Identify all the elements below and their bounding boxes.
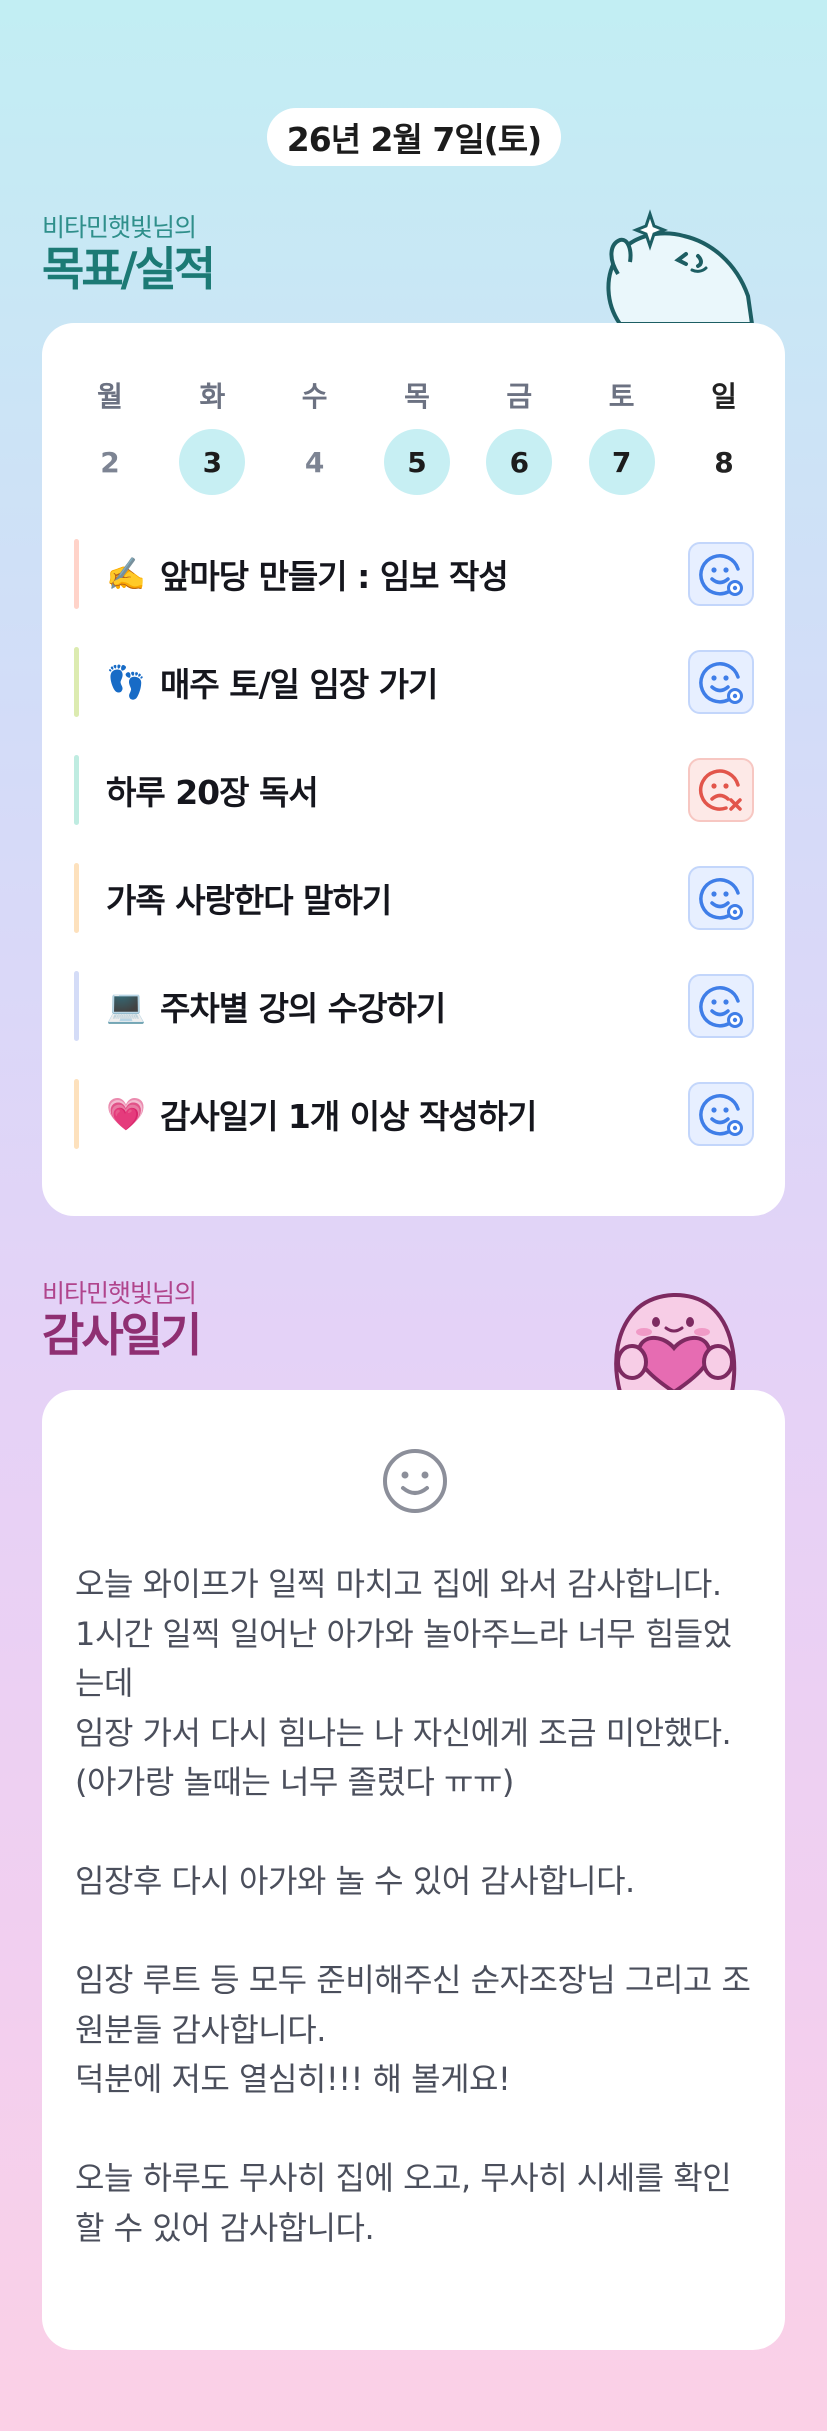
heart-mascot-illustration	[614, 1293, 737, 1392]
goal-item[interactable]: 💻 주차별 강의 수강하기	[74, 971, 754, 1041]
ghost-mascot-illustration	[606, 209, 754, 324]
goal-item[interactable]: 💗 감사일기 1개 이상 작성하기	[74, 1079, 754, 1149]
goal-text: 가족 사랑한다 말하기	[106, 881, 392, 920]
goal-text: 주차별 강의 수강하기	[160, 989, 446, 1028]
goal-item[interactable]: 가족 사랑한다 말하기	[74, 863, 754, 933]
diary-title: 감사일기	[42, 1308, 202, 1362]
smile-check-icon[interactable]	[688, 650, 754, 714]
goal-item[interactable]: 하루 20장 독서	[74, 755, 754, 825]
goal-item[interactable]: ✍️ 앞마당 만들기 : 임보 작성	[74, 539, 754, 609]
goal-color-bar	[74, 647, 79, 717]
date-pill: 26년 2월 7일(토)	[267, 108, 561, 166]
goal-color-bar	[74, 1079, 79, 1149]
diary-subtitle: 비타민햇빛님의	[42, 1279, 197, 1308]
goals-section-header: 비타민햇빛님의 목표/실적	[42, 208, 216, 296]
goals-card: 월 화 수 목 금 토 일 2345678 ✍️ 앞마당 만들기 : 임보 작성 👣 매주 토/일…	[42, 323, 785, 1216]
calendar-date[interactable]: 8	[691, 429, 757, 495]
weekday-label: 월	[97, 380, 123, 413]
diary-entry-text: 오늘 와이프가 일찍 마치고 집에 와서 감사합니다. 1시간 일찍 일어난 아…	[75, 1565, 751, 2247]
goals-subtitle: 비타민햇빛님의	[42, 213, 197, 242]
goal-emoji-icon: 💗	[106, 1095, 146, 1133]
goal-text: 매주 토/일 임장 가기	[160, 665, 438, 704]
diary-section-header: 비타민햇빛님의 감사일기	[42, 1274, 202, 1362]
goal-emoji-icon: 💻	[106, 987, 146, 1025]
smile-check-icon[interactable]	[688, 542, 754, 606]
weekday-label: 화	[199, 380, 226, 413]
goal-color-bar	[74, 755, 79, 825]
calendar-date[interactable]: 7	[588, 429, 655, 495]
goals-title: 목표/실적	[42, 242, 216, 296]
weekday-label: 목	[404, 380, 430, 413]
frown-x-icon[interactable]	[688, 758, 754, 822]
calendar-date[interactable]: 5	[383, 429, 450, 495]
goal-text: 하루 20장 독서	[106, 773, 319, 812]
weekday-label: 토	[608, 380, 635, 413]
calendar-date[interactable]: 2	[77, 429, 143, 495]
calendar-date[interactable]: 4	[282, 429, 348, 495]
date-label: 26년 2월 7일(토)	[286, 120, 542, 159]
goal-color-bar	[74, 539, 79, 609]
weekday-label: 일	[711, 380, 737, 413]
smile-check-icon[interactable]	[688, 1082, 754, 1146]
smile-check-icon[interactable]	[688, 974, 754, 1038]
week-calendar: 월 화 수 목 금 토 일 2345678	[77, 375, 757, 495]
diary-card: 오늘 와이프가 일찍 마치고 집에 와서 감사합니다. 1시간 일찍 일어난 아…	[42, 1390, 785, 2350]
smiley-icon	[383, 1449, 447, 1513]
goal-text: 감사일기 1개 이상 작성하기	[160, 1097, 537, 1136]
smile-check-icon[interactable]	[688, 866, 754, 930]
goal-text: 앞마당 만들기 : 임보 작성	[160, 557, 509, 596]
weekday-label: 금	[506, 380, 533, 413]
weekday-label: 수	[301, 380, 328, 413]
goal-item[interactable]: 👣 매주 토/일 임장 가기	[74, 647, 754, 717]
calendar-date[interactable]: 3	[179, 429, 246, 495]
goal-emoji-icon: 👣	[106, 663, 146, 701]
goal-color-bar	[74, 971, 79, 1041]
goal-emoji-icon: ✍️	[106, 555, 146, 593]
calendar-date[interactable]: 6	[486, 429, 553, 495]
goal-color-bar	[74, 863, 79, 933]
